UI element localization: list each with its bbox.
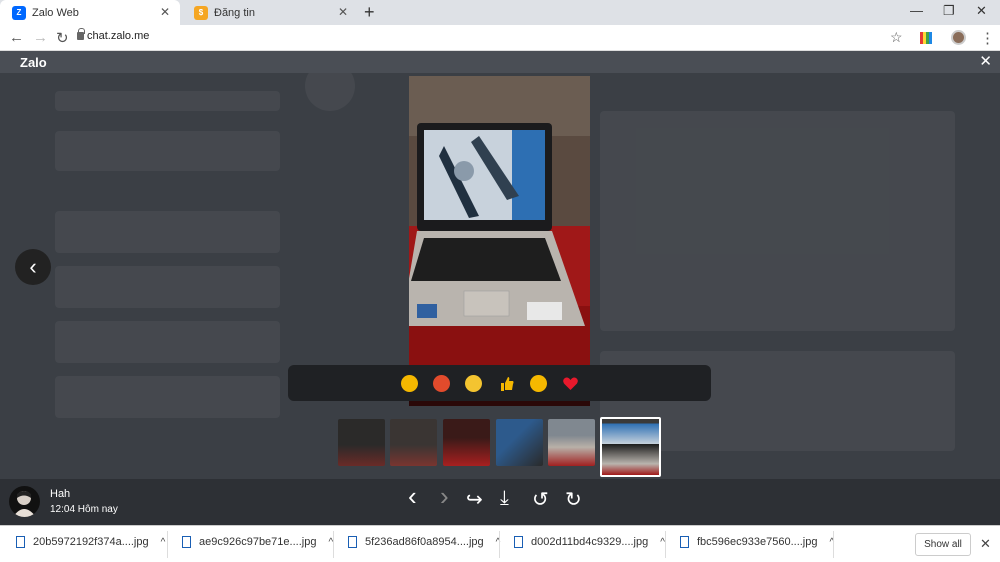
divider: [833, 531, 834, 558]
rotate-left-icon[interactable]: ↺: [532, 487, 549, 512]
browser-menu-icon[interactable]: ⋮: [980, 29, 995, 47]
download-filename: 20b5972192f374a....jpg: [33, 536, 149, 548]
thumbnail[interactable]: [338, 419, 385, 466]
sent-time: 12:04 Hôm nay: [50, 504, 118, 515]
sender-avatar: [9, 486, 40, 517]
tab-strip: Z Zalo Web ✕ $ Đăng tin ✕ + — ❐ ✕: [0, 0, 1000, 25]
browser-toolbar: ← → ↻ chat.zalo.me ☆ ⋮: [0, 25, 1000, 51]
restore-button[interactable]: ❐: [943, 3, 955, 19]
viewer-header: Zalo ✕: [0, 51, 1000, 73]
next-image-icon[interactable]: ›: [440, 481, 449, 512]
thumbnail[interactable]: [443, 419, 490, 466]
forward-button[interactable]: →: [33, 29, 48, 46]
profile-avatar[interactable]: [951, 30, 966, 45]
download-filename: ae9c926c97be71e....jpg: [199, 536, 317, 548]
minimize-button[interactable]: —: [910, 3, 923, 18]
thumbnail-selected[interactable]: [600, 417, 661, 477]
download-item[interactable]: fbc596ec933e7560....jpg ^: [680, 536, 834, 548]
tab-close-icon[interactable]: ✕: [160, 5, 170, 19]
show-all-button[interactable]: Show all: [915, 533, 971, 556]
downloads-shelf: 20b5972192f374a....jpg ^ ae9c926c97be71e…: [0, 525, 1000, 562]
divider: [665, 531, 666, 558]
viewer-close-button[interactable]: ✕: [979, 52, 992, 70]
address-bar[interactable]: chat.zalo.me: [87, 30, 149, 42]
rotate-right-icon[interactable]: ↻: [565, 487, 582, 512]
download-icon[interactable]: ⤓: [500, 487, 509, 510]
tab-close-icon[interactable]: ✕: [338, 5, 348, 19]
laptop-photo-icon: [409, 76, 590, 406]
message-image-ghost: [600, 111, 955, 331]
wow-icon[interactable]: [530, 375, 547, 392]
divider: [167, 531, 168, 558]
tab-dang-tin[interactable]: $ Đăng tin ✕: [182, 0, 358, 25]
file-icon: [514, 536, 523, 548]
extension-icon[interactable]: [920, 32, 932, 44]
file-icon: [16, 536, 25, 548]
chat-item-ghost: [55, 266, 280, 308]
chevron-up-icon[interactable]: ^: [161, 537, 166, 548]
tab-zalo-web[interactable]: Z Zalo Web ✕: [0, 0, 180, 25]
download-filename: d002d11bd4c9329....jpg: [531, 536, 649, 548]
heart-icon[interactable]: [562, 375, 579, 392]
zalo-favicon-icon: Z: [12, 5, 26, 20]
download-filename: fbc596ec933e7560....jpg: [697, 536, 818, 548]
chotot-favicon-icon: $: [194, 5, 208, 20]
reload-button[interactable]: ↻: [56, 29, 69, 47]
thumbnail[interactable]: [548, 419, 595, 466]
window-close-button[interactable]: ✕: [976, 3, 987, 19]
chat-item-ghost: [55, 211, 280, 253]
reaction-bar: [288, 365, 711, 401]
search-bar-ghost: [55, 91, 280, 111]
image-viewer: Zalo ✕ ‹ Hah 12:04 Hôm nay ‹ › ↪ ⤓ ↺ ↻: [0, 51, 1000, 525]
download-item[interactable]: 20b5972192f374a....jpg ^: [16, 536, 165, 548]
download-filename: 5f236ad86f0a8954....jpg: [365, 536, 484, 548]
file-icon: [348, 536, 357, 548]
viewer-footer: Hah 12:04 Hôm nay ‹ › ↪ ⤓ ↺ ↻: [0, 479, 1000, 525]
bookmark-star-icon[interactable]: ☆: [890, 29, 903, 46]
download-item[interactable]: ae9c926c97be71e....jpg ^: [182, 536, 333, 548]
file-icon: [680, 536, 689, 548]
divider: [333, 531, 334, 558]
group-ghost: [55, 131, 280, 171]
tab-title: Đăng tin: [214, 6, 255, 19]
prev-image-icon[interactable]: ‹: [408, 481, 417, 512]
download-item[interactable]: 5f236ad86f0a8954....jpg ^: [348, 536, 500, 548]
main-photo: [409, 76, 590, 406]
tab-title: Zalo Web: [32, 6, 79, 19]
viewer-app-title: Zalo: [20, 55, 47, 70]
download-item[interactable]: d002d11bd4c9329....jpg ^: [514, 536, 665, 548]
back-button[interactable]: ←: [9, 29, 24, 46]
sender-name: Hah: [50, 488, 71, 500]
chat-item-ghost: [55, 321, 280, 363]
downloads-close-icon[interactable]: ✕: [980, 536, 991, 552]
share-icon[interactable]: ↪: [466, 487, 483, 512]
angry-icon[interactable]: [433, 375, 450, 392]
divider: [499, 531, 500, 558]
thumbs-up-icon[interactable]: [498, 375, 515, 392]
thumbnail[interactable]: [496, 419, 543, 466]
file-icon: [182, 536, 191, 548]
chat-item-ghost: [55, 376, 280, 418]
laugh-icon[interactable]: [401, 375, 418, 392]
cry-icon[interactable]: [465, 375, 482, 392]
previous-image-button[interactable]: ‹: [15, 249, 51, 285]
thumbnail[interactable]: [390, 419, 437, 466]
new-tab-button[interactable]: +: [364, 2, 375, 23]
lock-icon: [77, 28, 85, 40]
